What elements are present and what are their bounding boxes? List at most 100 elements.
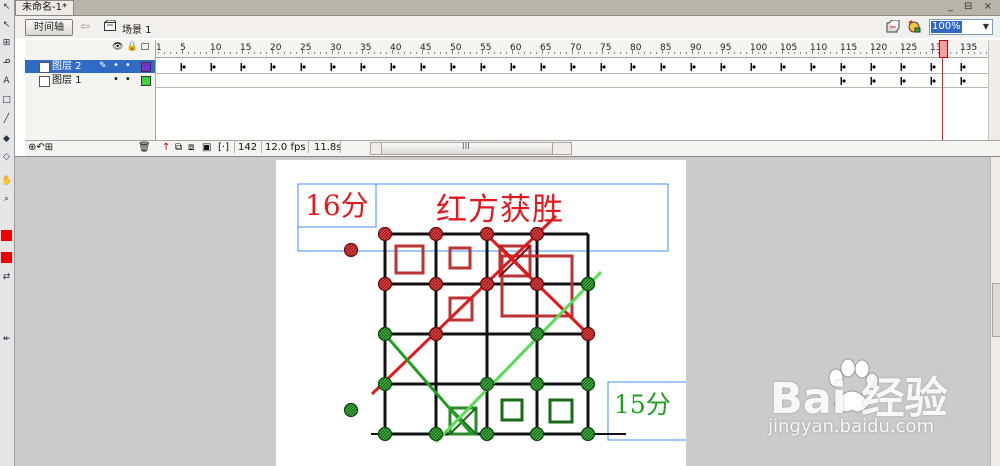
- green-piece: [377, 426, 393, 442]
- keyframe-dot: [272, 65, 276, 69]
- frame-end-marker: [660, 63, 662, 71]
- edit-scene-icon[interactable]: [907, 20, 921, 33]
- red-piece: [529, 226, 545, 242]
- pencil-tool-icon[interactable]: ╱: [1, 114, 12, 125]
- zoom-tool-icon[interactable]: ⌕: [1, 194, 12, 205]
- selection-tool-icon[interactable]: ↖: [1, 2, 12, 13]
- ruler-label: 65: [540, 43, 551, 53]
- frame-end-marker: [180, 63, 182, 71]
- timeline-toggle-button[interactable]: 时间轴: [25, 19, 73, 36]
- snap-icon[interactable]: ↞: [1, 334, 12, 345]
- frame-ruler[interactable]: 1 5 10 15 20 25 30 35 40 45 50 55 60 65 70 75 80 85 90 95 10…: [156, 40, 1000, 58]
- frame-end-marker: [690, 63, 692, 71]
- keyframe-dot: [542, 65, 546, 69]
- green-piece: [479, 426, 495, 442]
- onion-skin-icon[interactable]: ⧉: [175, 142, 182, 154]
- free-transform-tool-icon[interactable]: ⊞: [1, 38, 12, 49]
- layer-color-swatch[interactable]: [141, 62, 151, 72]
- green-piece: [529, 326, 545, 342]
- layer-visibility-dots[interactable]: ••: [113, 73, 137, 86]
- onion-markers-icon[interactable]: [·]: [218, 142, 229, 154]
- layer-color-swatch[interactable]: [141, 76, 151, 86]
- green-piece: [529, 376, 545, 392]
- ruler-label: 75: [600, 43, 611, 53]
- rectangle-tool-icon[interactable]: □: [1, 95, 12, 106]
- frame-end-marker: [870, 63, 872, 71]
- layer-visibility-dots[interactable]: ••: [113, 59, 137, 72]
- captured-square: [548, 398, 574, 424]
- frame-end-marker: [330, 63, 332, 71]
- green-score-text[interactable]: 15分: [614, 385, 671, 421]
- scroll-thumb[interactable]: III: [381, 142, 553, 154]
- outline-icon[interactable]: □: [141, 42, 153, 52]
- add-layer-icon[interactable]: ⊕↶⊞: [28, 142, 53, 154]
- red-win-text[interactable]: 红方获胜: [436, 184, 564, 229]
- keyframe-dot: [752, 65, 756, 69]
- green-piece: [428, 426, 444, 442]
- keyframe-dot: [962, 65, 966, 69]
- red-piece: [428, 226, 444, 242]
- keyframe-dot: [602, 65, 606, 69]
- text-tool-icon[interactable]: A: [1, 76, 12, 87]
- subselection-tool-icon[interactable]: ↖: [1, 20, 12, 31]
- keyframe-dot: [932, 79, 936, 83]
- zoom-select[interactable]: 100% ▼: [929, 19, 993, 35]
- keyframe-dot: [422, 65, 426, 69]
- timeline-horizontal-scrollbar[interactable]: III: [370, 142, 572, 155]
- frame-end-marker: [390, 63, 392, 71]
- delete-layer-icon[interactable]: 🗑: [138, 142, 151, 154]
- frame-rate[interactable]: 12.0 fps: [265, 142, 306, 154]
- green-piece: [343, 402, 359, 418]
- playhead[interactable]: [939, 40, 948, 58]
- back-arrow-icon[interactable]: ⇦: [80, 19, 90, 33]
- scroll-grip: III: [462, 142, 470, 152]
- layer-header-icons[interactable]: 👁🔒□: [112, 42, 152, 52]
- hand-tool-icon[interactable]: ✋: [1, 176, 12, 187]
- keyframe-dot: [242, 65, 246, 69]
- chevron-down-icon[interactable]: ▼: [981, 21, 991, 33]
- fill-color-icon[interactable]: [1, 252, 12, 263]
- eye-icon[interactable]: 👁: [112, 42, 126, 52]
- tools-panel: ↖ ↖ ⊞ ᓄ A □ ╱ ◆ ◇ ✋ ⌕ ⇄ ↞: [0, 0, 15, 466]
- ruler-label: 120: [870, 43, 887, 53]
- pencil-icon: ✎: [99, 61, 107, 71]
- stroke-color-icon[interactable]: [1, 230, 12, 241]
- frame-end-marker: [780, 63, 782, 71]
- zoom-value[interactable]: 100%: [931, 21, 962, 33]
- document-tab[interactable]: 未命名-1*: [15, 0, 74, 15]
- swap-colors-icon[interactable]: ⇄: [1, 272, 12, 283]
- green-piece: [377, 376, 393, 392]
- layer-icon: [39, 62, 50, 73]
- red-win-line: [370, 214, 558, 396]
- frame-end-marker: [210, 63, 212, 71]
- ruler-label: 25: [300, 43, 311, 53]
- keyframe-dot: [182, 65, 186, 69]
- frame-end-marker: [480, 63, 482, 71]
- green-piece: [529, 426, 545, 442]
- red-score-text[interactable]: 16分: [305, 184, 369, 224]
- keyframe-dot: [662, 65, 666, 69]
- window-control-buttons[interactable]: _ ⊟ ×: [948, 1, 996, 12]
- watermark-url: jingyan.baidu.com: [768, 416, 935, 437]
- layer-row-1[interactable]: 图层 1 ••: [25, 74, 155, 87]
- ruler-label: 40: [390, 43, 402, 53]
- ruler-label: 95: [720, 43, 731, 53]
- onion-outline-icon[interactable]: ⧈: [188, 142, 194, 154]
- paint-bucket-tool-icon[interactable]: ◆: [1, 134, 12, 145]
- eraser-tool-icon[interactable]: ◇: [1, 152, 12, 163]
- keyframe-dot: [632, 65, 636, 69]
- layer-row-2[interactable]: 图层 2 ✎ ••: [25, 60, 155, 73]
- scroll-thumb[interactable]: [992, 283, 1000, 337]
- timeline-scrollbar[interactable]: [988, 40, 1000, 154]
- ruler-label: 10: [210, 43, 222, 53]
- edit-symbols-icon[interactable]: [886, 20, 900, 33]
- lasso-tool-icon[interactable]: ᓄ: [1, 56, 12, 67]
- keyframe-dot: [932, 65, 936, 69]
- center-frame-icon[interactable]: ↑: [162, 142, 170, 154]
- frame-end-marker: [360, 63, 362, 71]
- lock-icon[interactable]: 🔒: [126, 42, 140, 52]
- edit-multiple-frames-icon[interactable]: ▣: [202, 142, 211, 154]
- keyframe-dot: [512, 65, 516, 69]
- stage-vertical-scrollbar[interactable]: [990, 157, 1000, 466]
- frame-end-marker: [960, 77, 962, 85]
